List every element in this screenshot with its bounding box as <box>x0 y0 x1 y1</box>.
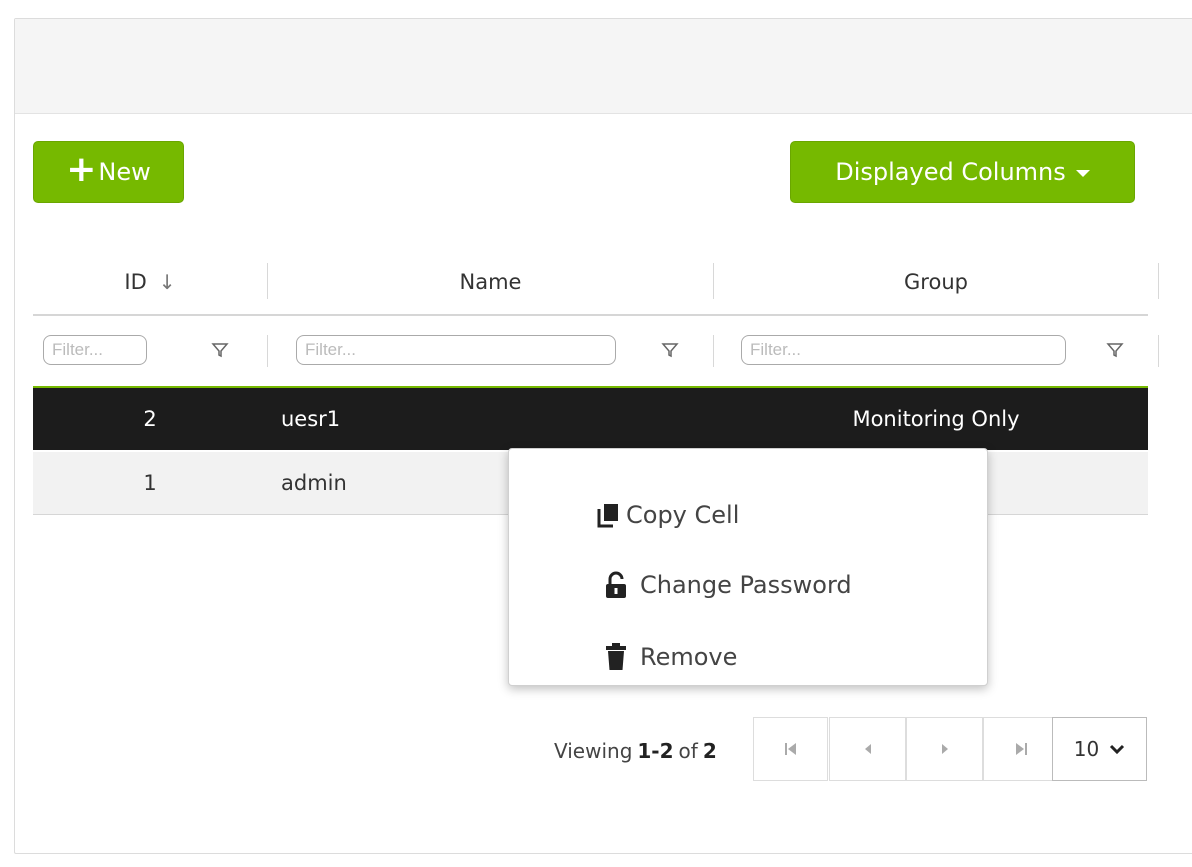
displayed-columns-button[interactable]: Displayed Columns <box>790 141 1135 203</box>
group-filter-input[interactable]: Filter... <box>741 335 1066 365</box>
caret-down-icon <box>1075 169 1090 177</box>
copy-icon <box>596 501 620 529</box>
new-button[interactable]: + New <box>33 141 184 203</box>
cell-group[interactable]: Monitoring Only <box>714 388 1158 450</box>
context-menu: Copy Cell Change Password Remove <box>508 448 988 686</box>
cell-id[interactable]: 1 <box>33 452 267 514</box>
column-divider[interactable] <box>1158 263 1159 299</box>
menu-item-remove[interactable]: Remove <box>509 627 987 687</box>
plus-icon: + <box>66 149 97 190</box>
new-button-label: New <box>98 158 151 186</box>
menu-item-copy-cell[interactable]: Copy Cell <box>509 485 987 545</box>
cell-name[interactable]: admin <box>281 452 347 514</box>
next-page-icon <box>941 744 948 754</box>
filter-divider <box>713 335 714 367</box>
table-row-selected[interactable]: 2 uesr1 Monitoring Only <box>33 388 1148 450</box>
first-page-button[interactable] <box>753 717 828 781</box>
first-page-icon <box>784 743 796 755</box>
column-header-name[interactable]: Name <box>268 250 713 314</box>
next-page-button[interactable] <box>906 717 983 781</box>
previous-page-button[interactable] <box>829 717 906 781</box>
page-size-select[interactable]: 10 <box>1052 717 1147 781</box>
id-filter-input[interactable]: Filter... <box>43 335 147 365</box>
last-page-icon <box>1015 743 1027 755</box>
panel-header <box>15 19 1192 114</box>
column-header-group[interactable]: Group <box>714 250 1158 314</box>
pagination-summary: Viewing 1-2 of 2 <box>554 739 717 763</box>
menu-item-change-password[interactable]: Change Password <box>509 555 987 615</box>
filter-icon[interactable] <box>660 340 680 360</box>
previous-page-icon <box>864 744 871 754</box>
column-header-id[interactable]: ID ↓ <box>33 250 267 314</box>
filter-icon[interactable] <box>210 340 230 360</box>
sort-arrow-down-icon: ↓ <box>158 270 176 294</box>
last-page-button[interactable] <box>983 717 1058 781</box>
filter-divider <box>267 335 268 367</box>
filter-divider <box>1158 335 1159 367</box>
trash-icon <box>604 643 628 671</box>
displayed-columns-label: Displayed Columns <box>835 158 1066 186</box>
chevron-down-icon <box>1110 744 1125 755</box>
filter-icon[interactable] <box>1105 340 1125 360</box>
filter-row: Filter... Filter... Filter... <box>33 318 1159 389</box>
cell-name[interactable]: uesr1 <box>281 388 340 450</box>
unlock-icon <box>604 571 628 599</box>
cell-id[interactable]: 2 <box>33 388 267 450</box>
table-header: ID ↓ Name Group <box>33 250 1159 316</box>
name-filter-input[interactable]: Filter... <box>296 335 616 365</box>
